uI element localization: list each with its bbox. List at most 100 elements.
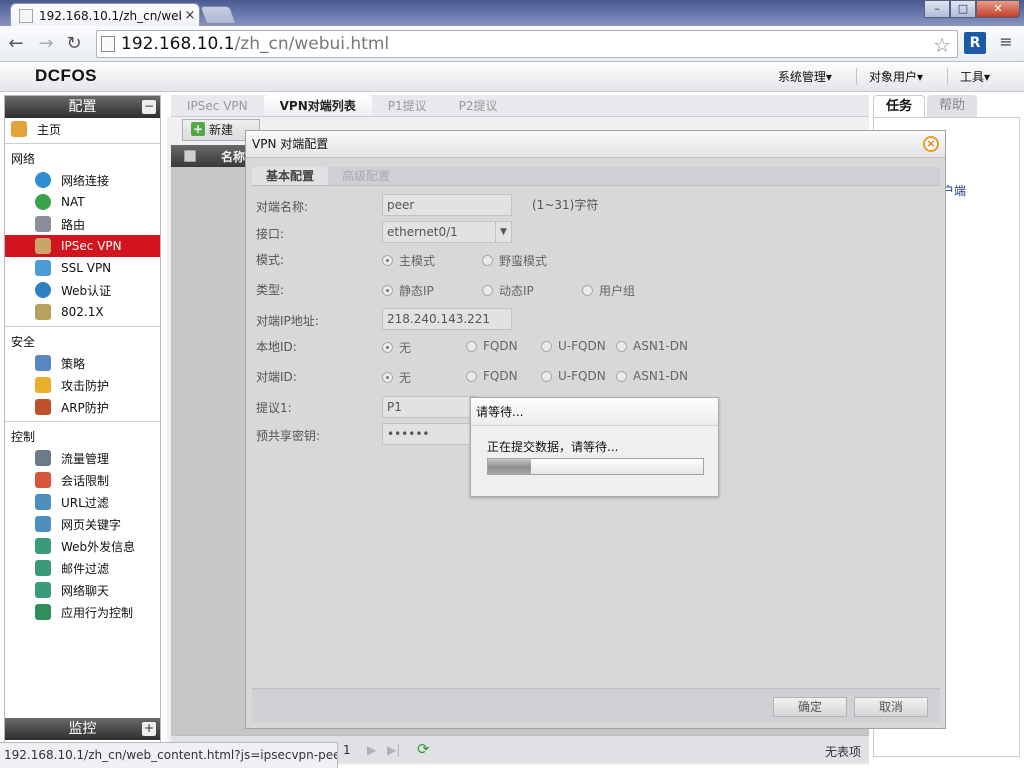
menu-system-management[interactable]: 系统管理▾ <box>766 68 832 85</box>
tab-advanced-config[interactable]: 高级配置 <box>328 167 404 185</box>
config-header[interactable]: 配置 − <box>5 96 160 118</box>
tab-ipsec-vpn[interactable]: IPSec VPN <box>171 95 264 116</box>
sidebar-item-label: Web外发信息 <box>61 539 136 554</box>
logo: DCFOS <box>35 66 97 85</box>
close-icon[interactable]: × <box>923 136 939 152</box>
dialog-title-bar: VPN 对端配置 × <box>246 131 945 158</box>
reload-icon[interactable]: ↻ <box>62 32 86 56</box>
monitor-header[interactable]: 监控 + <box>5 718 160 740</box>
expand-icon[interactable]: + <box>142 722 156 736</box>
new-tab-button[interactable] <box>199 6 237 24</box>
mode-aggressive-radio[interactable]: 野蛮模式 <box>482 252 547 269</box>
tab-p1-proposal[interactable]: P1提议 <box>372 95 443 116</box>
radio-icon <box>382 285 393 296</box>
url-host: 192.168.10.1 <box>121 34 235 54</box>
tab-basic-config[interactable]: 基本配置 <box>252 167 329 185</box>
tab-help[interactable]: 帮助 <box>927 95 978 117</box>
browser-menu-icon[interactable]: ≡ <box>996 32 1016 51</box>
sidebar-item-web-outbound[interactable]: Web外发信息 <box>5 535 160 557</box>
proposal1-select[interactable]: P1 <box>382 396 477 418</box>
sidebar-item-mail-filter[interactable]: 邮件过滤 <box>5 557 160 579</box>
type-user-group-radio[interactable]: 用户组 <box>582 282 635 299</box>
mode-main-radio[interactable]: 主模式 <box>382 252 435 269</box>
local-id-asn1dn-radio[interactable]: ASN1-DN <box>616 339 688 353</box>
page-icon <box>19 8 33 23</box>
tab-vpn-peer-list[interactable]: VPN对端列表 <box>263 95 372 116</box>
sidebar-item-nat[interactable]: NAT <box>5 191 160 213</box>
browser-title-bar: 192.168.10.1/zh_cn/web × – □ ✕ <box>0 0 1024 27</box>
maximize-button[interactable]: □ <box>950 0 976 18</box>
type-dynamic-ip-label: 动态IP <box>499 284 534 298</box>
peer-id-fqdn-radio[interactable]: FQDN <box>466 369 518 383</box>
peer-name-input[interactable]: peer <box>382 194 512 216</box>
sidebar-item-app-behavior[interactable]: 应用行为控制 <box>5 601 160 623</box>
cancel-button[interactable]: 取消 <box>854 697 928 717</box>
main-tabs: IPSec VPN VPN对端列表 P1提议 P2提议 <box>171 95 869 117</box>
sidebar-item-label: 802.1X <box>61 305 104 319</box>
peer-ip-input[interactable]: 218.240.143.221 <box>382 308 512 330</box>
address-bar[interactable]: 192.168.10.1 /zh_cn/webui.html ☆ <box>96 30 958 58</box>
browser-tab[interactable]: 192.168.10.1/zh_cn/web × <box>10 3 200 27</box>
sidebar-item-home[interactable]: 主页 <box>5 118 160 140</box>
minimize-button[interactable]: – <box>924 0 950 18</box>
radio-icon <box>582 285 593 296</box>
sidebar-item-ssl-vpn[interactable]: SSL VPN <box>5 257 160 279</box>
browser-toolbar: ← → ↻ 192.168.10.1 /zh_cn/webui.html ☆ <box>0 26 1024 62</box>
sidebar-item-label: 邮件过滤 <box>61 561 110 576</box>
tab-tasks[interactable]: 任务 <box>873 95 926 117</box>
sidebar-item-traffic-management[interactable]: 流量管理 <box>5 447 160 469</box>
close-tab-icon[interactable]: × <box>181 8 199 23</box>
sidebar-item-network-connection[interactable]: 网络连接 <box>5 169 160 191</box>
peer-id-asn1dn-radio[interactable]: ASN1-DN <box>616 369 688 383</box>
sidebar-item-ipsec-vpn[interactable]: IPSec VPN <box>5 235 160 257</box>
tab-p2-proposal[interactable]: P2提议 <box>443 95 514 116</box>
extension-icon[interactable]: R <box>964 32 986 54</box>
interface-select[interactable]: ethernet0/1 ▼ <box>382 221 512 243</box>
peer-id-none-radio[interactable]: 无 <box>382 369 411 386</box>
right-tabs: 任务 帮助 <box>873 95 1020 117</box>
menu-object-users[interactable]: 对象用户▾ <box>855 68 923 85</box>
peer-id-asn1dn-label: ASN1-DN <box>633 369 688 383</box>
peer-id-label: 对端ID: <box>256 370 297 384</box>
peer-id-ufqdn-radio[interactable]: U-FQDN <box>541 369 606 383</box>
app-header: DCFOS 系统管理▾ 对象用户▾ 工具▾ <box>0 62 1024 92</box>
chevron-down-icon[interactable]: ▼ <box>495 222 511 242</box>
bookmark-star-icon[interactable]: ☆ <box>933 33 951 57</box>
radio-icon <box>382 372 393 383</box>
sidebar-item-label: 流量管理 <box>61 451 110 466</box>
sidebar-item-label: 应用行为控制 <box>61 605 134 620</box>
psk-input[interactable]: •••••• <box>382 423 477 445</box>
sidebar-item-web-auth[interactable]: Web认证 <box>5 279 160 301</box>
sidebar-item-label: 网络连接 <box>61 173 110 188</box>
type-static-ip-radio[interactable]: 静态IP <box>382 282 434 299</box>
section-network: 网络 <box>11 152 36 166</box>
type-dynamic-ip-radio[interactable]: 动态IP <box>482 282 534 299</box>
local-id-none-radio[interactable]: 无 <box>382 339 411 356</box>
progress-bar <box>487 458 704 475</box>
sidebar-item-arp-defense[interactable]: ARP防护 <box>5 396 160 418</box>
shield-icon <box>35 377 51 393</box>
sidebar-item-web-keyword[interactable]: 网页关键字 <box>5 513 160 535</box>
local-id-ufqdn-radio[interactable]: U-FQDN <box>541 339 606 353</box>
local-id-fqdn-radio[interactable]: FQDN <box>466 339 518 353</box>
sidebar-item-im-chat[interactable]: 网络聊天 <box>5 579 160 601</box>
local-id-label: 本地ID: <box>256 340 297 354</box>
dialog-tabs: 基本配置 高级配置 <box>252 167 940 186</box>
menu-tools[interactable]: 工具▾ <box>946 68 990 85</box>
radio-icon <box>466 340 477 352</box>
sidebar-item-attack-defense[interactable]: 攻击防护 <box>5 374 160 396</box>
sidebar-item-session-limit[interactable]: 会话限制 <box>5 469 160 491</box>
forward-icon[interactable]: → <box>34 32 58 56</box>
mode-label: 模式: <box>256 253 285 267</box>
sidebar-item-8021x[interactable]: 802.1X <box>5 301 160 323</box>
config-panel: 配置 − 主页 网络 网络连接 NAT 路由 IPSec VPN SSL VPN <box>5 96 160 623</box>
peer-id-none-label: 无 <box>399 371 412 385</box>
close-window-button[interactable]: ✕ <box>976 0 1020 18</box>
ok-button[interactable]: 确定 <box>773 697 847 717</box>
back-icon[interactable]: ← <box>4 32 28 56</box>
collapse-icon[interactable]: − <box>142 100 156 114</box>
sidebar-item-url-filter[interactable]: URL过滤 <box>5 491 160 513</box>
local-id-asn1dn-label: ASN1-DN <box>633 339 688 353</box>
sidebar-item-route[interactable]: 路由 <box>5 213 160 235</box>
sidebar-item-policy[interactable]: 策略 <box>5 352 160 374</box>
